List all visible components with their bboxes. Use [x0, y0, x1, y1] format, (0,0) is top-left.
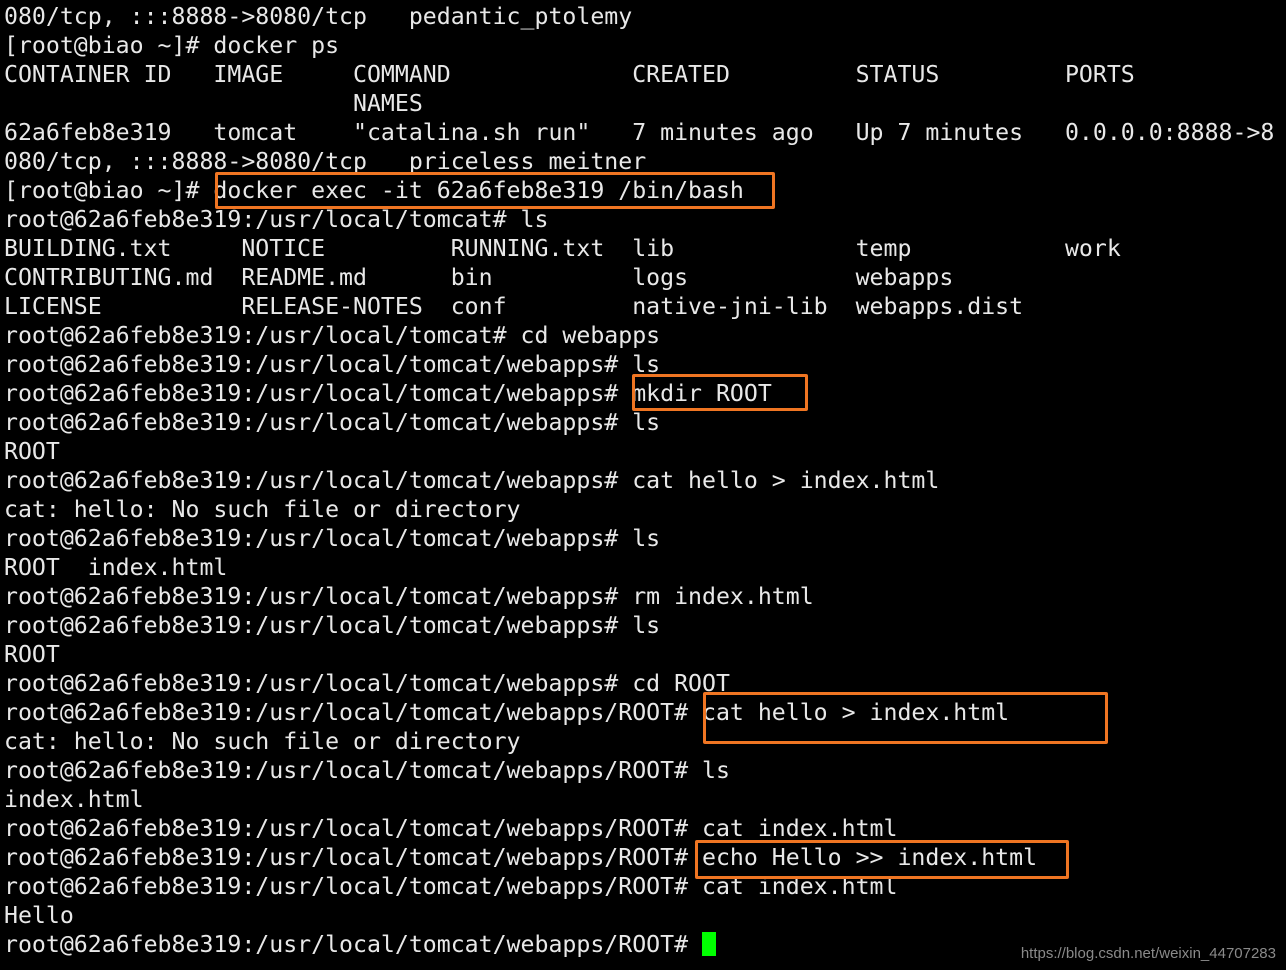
terminal-line: [root@biao ~]# docker ps	[4, 32, 340, 59]
terminal-line: [root@biao ~]# docker exec -it 62a6feb8e…	[4, 177, 744, 204]
terminal-line: Hello	[4, 902, 74, 929]
shell-prompt: root@62a6feb8e319:/usr/local/tomcat/weba…	[4, 931, 703, 958]
terminal-line: root@62a6feb8e319:/usr/local/tomcat/weba…	[4, 757, 730, 784]
terminal-line: BUILDING.txt NOTICE RUNNING.txt lib temp…	[4, 235, 1121, 262]
terminal-line: root@62a6feb8e319:/usr/local/tomcat/weba…	[4, 467, 940, 494]
terminal-line: root@62a6feb8e319:/usr/local/tomcat# cd …	[4, 322, 661, 349]
terminal-line: root@62a6feb8e319:/usr/local/tomcat/weba…	[4, 409, 661, 436]
terminal-line: root@62a6feb8e319:/usr/local/tomcat/weba…	[4, 844, 1038, 871]
terminal-line: 080/tcp, :::8888->8080/tcp pedantic_ptol…	[4, 3, 633, 30]
terminal-line: root@62a6feb8e319:/usr/local/tomcat/weba…	[4, 815, 898, 842]
terminal-line: CONTRIBUTING.md README.md bin logs webap…	[4, 264, 954, 291]
terminal-line: cat: hello: No such file or directory	[4, 728, 521, 755]
terminal-line: ROOT	[4, 438, 60, 465]
text-cursor	[702, 932, 717, 956]
watermark-text: https://blog.csdn.net/weixin_44707283	[1020, 945, 1276, 962]
terminal-line: root@62a6feb8e319:/usr/local/tomcat# ls	[4, 206, 549, 233]
terminal-line: 62a6feb8e319 tomcat "catalina.sh run" 7 …	[4, 119, 1275, 146]
terminal-line: 080/tcp, :::8888->8080/tcp priceless_mei…	[4, 148, 647, 175]
terminal-line: ROOT index.html	[4, 554, 228, 581]
terminal-line: CONTAINER ID IMAGE COMMAND CREATED STATU…	[4, 61, 1135, 88]
terminal-line: root@62a6feb8e319:/usr/local/tomcat/weba…	[4, 583, 814, 610]
terminal-line: root@62a6feb8e319:/usr/local/tomcat/weba…	[4, 670, 730, 697]
terminal-line: cat: hello: No such file or directory	[4, 496, 521, 523]
terminal-screen[interactable]: 080/tcp, :::8888->8080/tcp pedantic_ptol…	[4, 2, 1286, 970]
terminal-line: root@62a6feb8e319:/usr/local/tomcat/weba…	[4, 380, 772, 407]
terminal-line: index.html	[4, 786, 144, 813]
terminal-line: ROOT	[4, 641, 60, 668]
terminal-line: NAMES	[4, 90, 423, 117]
terminal-line: root@62a6feb8e319:/usr/local/tomcat/weba…	[4, 525, 661, 552]
terminal-line: root@62a6feb8e319:/usr/local/tomcat/weba…	[4, 699, 1010, 726]
terminal-line: root@62a6feb8e319:/usr/local/tomcat/weba…	[4, 873, 898, 900]
terminal-line: LICENSE RELEASE-NOTES conf native-jni-li…	[4, 293, 1024, 320]
terminal-window: 080/tcp, :::8888->8080/tcp pedantic_ptol…	[0, 0, 1286, 970]
terminal-line: root@62a6feb8e319:/usr/local/tomcat/weba…	[4, 612, 661, 639]
terminal-line: root@62a6feb8e319:/usr/local/tomcat/weba…	[4, 351, 661, 378]
